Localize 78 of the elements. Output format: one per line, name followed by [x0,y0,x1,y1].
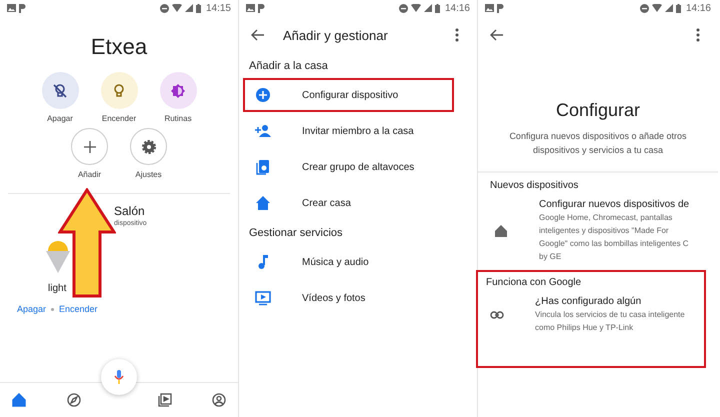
wifi-icon [652,4,662,12]
more-options-icon[interactable] [455,28,459,42]
home-title: Etxea [90,34,148,60]
section-heading: Nuevos dispositivos [490,180,580,191]
discover-tab[interactable] [64,391,82,409]
microphone-icon [114,370,124,384]
signal-icon [184,4,193,12]
status-time: 14:16 [686,2,711,14]
screen-title: Añadir y gestionar [283,28,389,42]
item-description: Google Home, Chromecast, pantallas inteligentes y dispositivos "Made For Google" como las bombillas inteligentes C by GE [539,212,690,264]
microphone-button[interactable] [101,359,137,395]
action-label: Añadir [78,170,102,179]
battery-icon [434,4,440,12]
do-not-disturb-icon [160,4,169,12]
off-button[interactable] [42,72,78,109]
menu-item[interactable]: Vídeos y fotos [243,281,454,315]
gallery-icon [246,4,255,12]
routines-button[interactable] [160,72,196,109]
section-heading: Gestionar servicios [248,226,344,241]
add-circle-icon [255,87,271,103]
action-label: Encender [102,114,136,123]
gallery-icon [7,4,16,12]
action-label: Apagar [47,114,73,123]
menu-item[interactable]: Crear grupo de altavoces [243,150,454,184]
screen-description: Configura nuevos dispositivos o añade otros dispositivos y servicios a tu casa [508,130,688,158]
do-not-disturb-icon [398,4,408,12]
more-options-icon[interactable] [696,28,700,42]
signal-icon [424,4,432,12]
plus-icon [82,138,98,154]
menu-item[interactable]: Crear casa [243,186,454,220]
do-not-disturb-icon [640,4,649,12]
item-title[interactable]: ¿Has configurado algún [535,296,696,307]
signal-icon [664,4,673,12]
menu-item[interactable]: Invitar miembro a la casa [243,114,454,148]
back-arrow-icon[interactable] [490,29,504,41]
back-arrow-icon[interactable] [251,29,265,41]
section-heading: Funciona con Google [486,276,582,288]
parking-icon [19,4,26,12]
home-icon [494,224,508,238]
action-label: Ajustes [135,170,162,179]
on-button[interactable] [100,72,138,109]
parking-icon [258,4,265,12]
device-link[interactable]: Encender [59,304,98,314]
item-title[interactable]: Configurar nuevos dispositivos de [539,198,698,210]
room-name: Salón [114,204,146,218]
account-tab[interactable] [210,391,228,409]
video-icon [255,290,271,306]
device-name: light [48,283,68,294]
media-icon [158,393,172,407]
battery-icon [676,4,681,12]
routine-icon [170,82,186,98]
settings-button[interactable] [130,128,167,165]
device-link[interactable]: Apagar [17,304,46,314]
gear-icon [140,138,156,154]
home-icon [12,393,26,407]
status-time: 14:15 [206,2,231,14]
screen-title: Configurar [554,100,642,121]
media-tab[interactable] [156,391,174,409]
gallery-icon [485,4,494,12]
compass-icon [66,393,80,407]
home-tab[interactable] [10,391,28,409]
wifi-icon [172,4,182,12]
speaker-icon [255,159,271,175]
add-person-icon [255,123,271,139]
battery-icon [196,4,201,12]
wifi-icon [410,4,421,12]
parking-icon [497,4,504,12]
section-heading: Añadir a la casa [248,59,329,74]
separator-dot-icon [51,308,54,310]
menu-item[interactable]: Configurar dispositivo [243,78,454,112]
menu-item[interactable]: Música y audio [243,245,454,279]
status-time: 14:16 [444,2,470,14]
light-off-icon [52,82,68,98]
account-icon [212,393,226,407]
action-label: Rutinas [164,114,192,123]
light-bulb-icon [45,239,71,275]
item-description: Vincula los servicios de tu casa inteligente como Philips Hue y TP-Link [535,308,686,334]
home-icon [255,195,271,211]
